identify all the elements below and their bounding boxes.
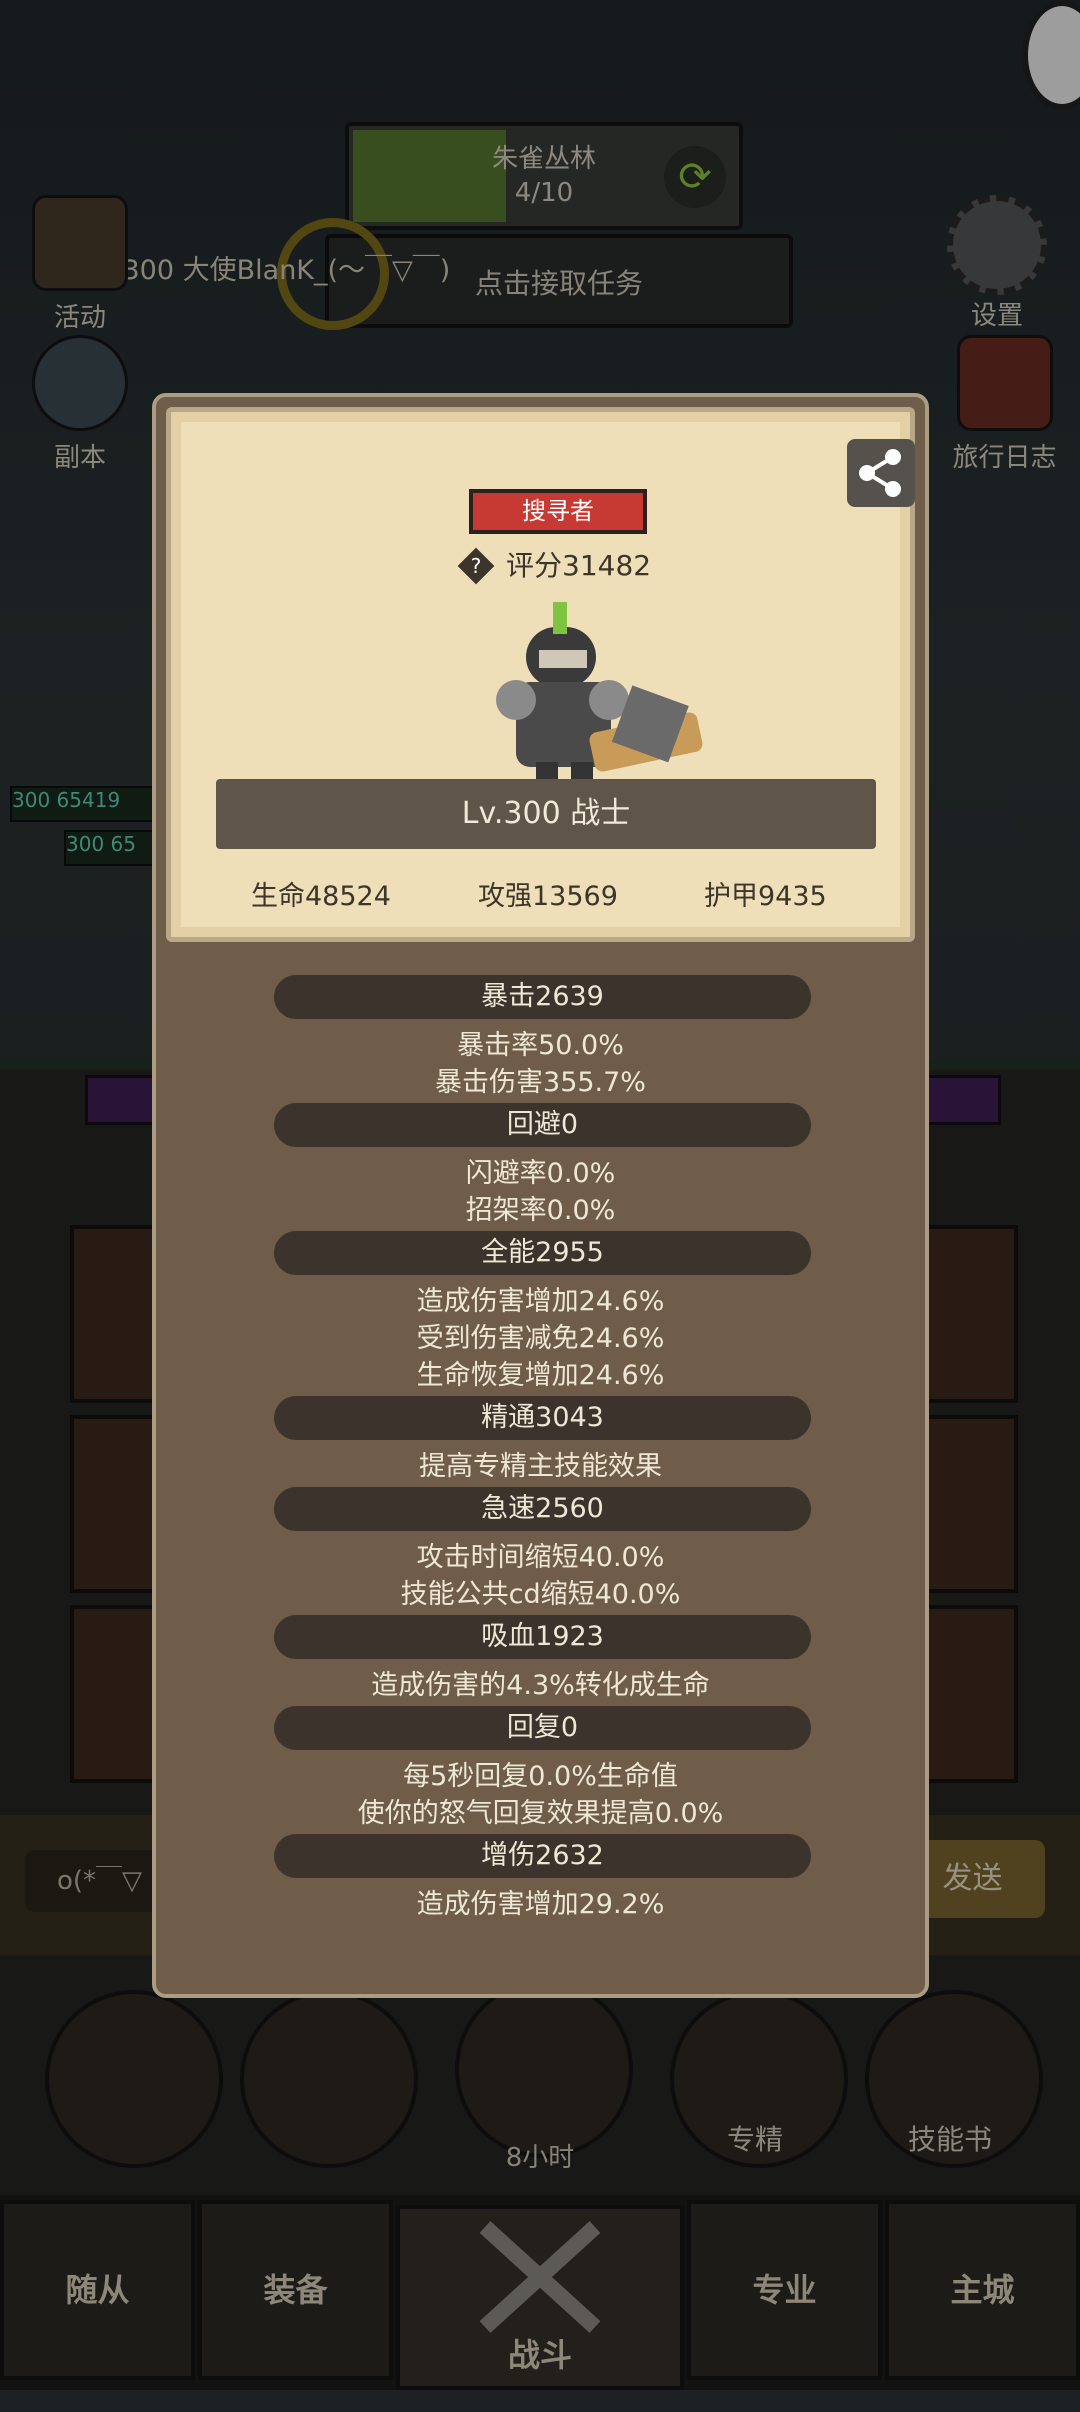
stat-attack-power: 攻强13569 [478, 881, 618, 912]
stat-header-regen: 回复0 [274, 1706, 811, 1750]
role-badge: 搜寻者 [469, 489, 647, 534]
stat-line: 造成伤害的4.3%转化成生命 [371, 1670, 710, 1701]
stat-line: 攻击时间缩短40.0% [416, 1542, 665, 1573]
stat-line: 使你的怒气回复效果提高0.0% [357, 1798, 724, 1829]
score: 评分31482 [506, 549, 652, 582]
stat-header-haste: 急速2560 [274, 1487, 811, 1531]
stat-line: 受到伤害减免24.6% [416, 1323, 665, 1354]
stat-line: 暴击率50.0% [457, 1030, 624, 1061]
stat-line: 每5秒回复0.0%生命值 [403, 1761, 678, 1792]
svg-text:?: ? [471, 554, 482, 578]
stat-header-mastery: 精通3043 [274, 1396, 811, 1440]
stat-header-versatility: 全能2955 [274, 1231, 811, 1275]
character-stats-popup: 搜寻者 ? 评分31482 Lv.300 战士 生命48524 攻强13569 … [152, 393, 929, 1998]
stat-line: 造成伤害增加29.2% [416, 1889, 665, 1920]
stat-line: 生命恢复增加24.6% [416, 1360, 665, 1391]
stat-line: 闪避率0.0% [465, 1158, 616, 1189]
stat-line: 技能公共cd缩短40.0% [400, 1579, 681, 1610]
warrior-character-sprite [496, 602, 703, 790]
stat-line: 暴击伤害355.7% [435, 1067, 646, 1098]
stat-line: 造成伤害增加24.6% [416, 1286, 665, 1317]
stat-line: 招架率0.0% [465, 1195, 616, 1226]
level-class-bar: Lv.300 战士 [216, 779, 876, 849]
share-button[interactable] [847, 439, 915, 507]
stat-armor: 护甲9435 [704, 881, 827, 912]
share-icon [859, 449, 901, 497]
help-icon[interactable]: ? [456, 546, 496, 586]
stat-header-damage-increase: 增伤2632 [274, 1834, 811, 1878]
stat-header-lifesteal: 吸血1923 [274, 1615, 811, 1659]
stat-header-crit: 暴击2639 [274, 975, 811, 1019]
stat-header-avoidance: 回避0 [274, 1103, 811, 1147]
stat-health: 生命48524 [251, 881, 391, 912]
stat-line: 提高专精主技能效果 [419, 1451, 662, 1482]
character-card: 搜寻者 ? 评分31482 Lv.300 战士 生命48524 攻强13569 … [166, 407, 915, 942]
